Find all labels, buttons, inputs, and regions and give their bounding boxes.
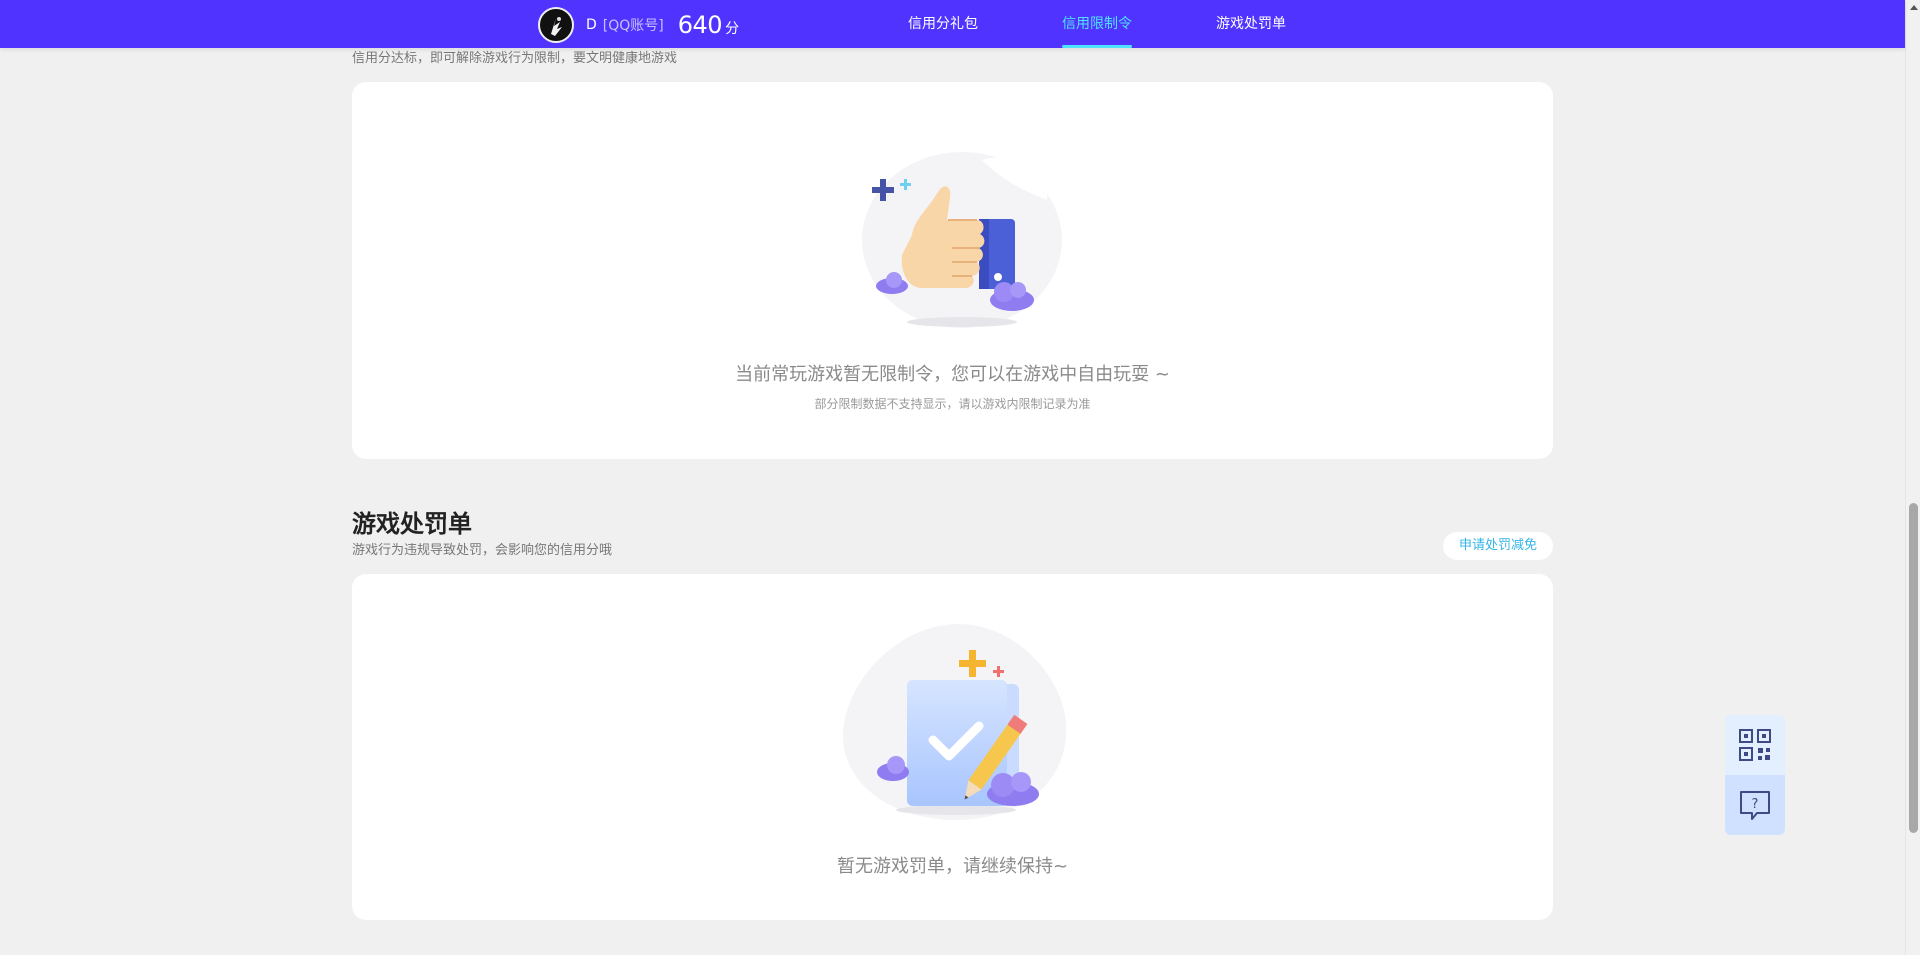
tab-credit-gift[interactable]: 信用分礼包	[907, 0, 979, 48]
penalty-card: 暂无游戏罚单，请继续保持~	[352, 574, 1553, 920]
penalty-empty-text: 暂无游戏罚单，请继续保持~	[836, 856, 1069, 877]
scroll-up-arrow-icon[interactable]	[1910, 5, 1918, 10]
username: D	[586, 17, 597, 33]
penalty-subtitle: 游戏行为违规导致处罚，会影响您的信用分哦	[352, 543, 613, 558]
user-info: D [QQ账号] 640 分	[538, 7, 739, 43]
penalty-section-title: 游戏处罚单	[352, 510, 472, 538]
tab-credit-restriction[interactable]: 信用限制令	[1062, 0, 1132, 48]
restriction-empty-text: 当前常玩游戏暂无限制令，您可以在游戏中自由玩耍 ~	[735, 364, 1170, 385]
qr-code-icon	[1739, 729, 1771, 761]
vertical-scrollbar[interactable]	[1905, 0, 1920, 955]
apply-penalty-relief-button[interactable]: 申请处罚减免	[1443, 532, 1553, 560]
restriction-subtitle: 信用分达标，即可解除游戏行为限制，要文明健康地游戏	[352, 51, 678, 66]
scrollbar-thumb[interactable]	[1909, 503, 1918, 833]
credit-score-unit: 分	[725, 21, 740, 37]
thumbs-up-illustration	[852, 140, 1072, 334]
credit-score: 640	[677, 11, 723, 39]
top-navigation-bar: D [QQ账号] 640 分 信用分礼包 信用限制令 游戏处罚单	[0, 0, 1905, 48]
restriction-card: 当前常玩游戏暂无限制令，您可以在游戏中自由玩耍 ~ 部分限制数据不支持显示，请以…	[352, 82, 1553, 459]
clipboard-check-illustration	[841, 622, 1071, 826]
help-button[interactable]: ?	[1725, 775, 1785, 835]
help-chat-icon: ?	[1740, 791, 1770, 820]
tab-game-penalty[interactable]: 游戏处罚单	[1215, 0, 1287, 48]
qr-code-button[interactable]	[1725, 715, 1785, 775]
restriction-empty-note: 部分限制数据不支持显示，请以游戏内限制记录为准	[814, 397, 1091, 411]
avatar[interactable]	[538, 7, 574, 43]
account-type: [QQ账号]	[602, 18, 664, 34]
avatar-image-icon	[541, 10, 571, 40]
svg-text:?: ?	[1752, 797, 1759, 812]
